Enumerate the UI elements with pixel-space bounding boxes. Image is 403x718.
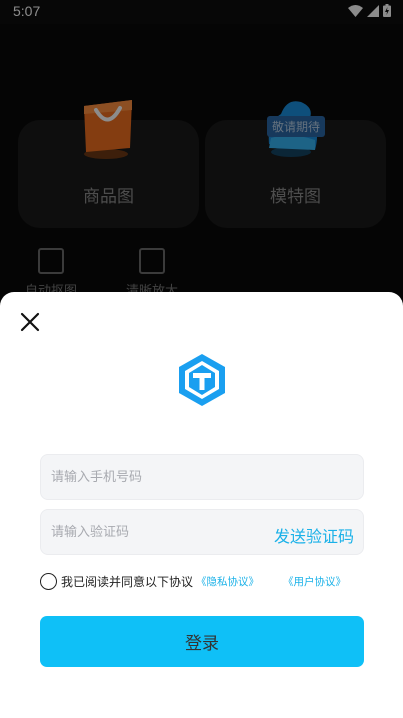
agreement-row: 我已阅读并同意以下协议 《隐私协议》 《用户协议》	[40, 573, 346, 590]
verification-code-input[interactable]	[41, 510, 261, 554]
login-sheet: 发送验证码 我已阅读并同意以下协议 《隐私协议》 《用户协议》 登录	[0, 292, 403, 718]
phone-input[interactable]	[41, 455, 363, 499]
code-field: 发送验证码	[40, 509, 364, 555]
close-icon[interactable]	[18, 310, 42, 334]
user-agreement-link[interactable]: 《用户协议》	[283, 574, 346, 589]
agreement-text: 我已阅读并同意以下协议	[61, 575, 194, 589]
agreement-checkbox[interactable]	[40, 573, 57, 590]
phone-field	[40, 454, 364, 500]
app-logo-icon	[179, 354, 225, 406]
privacy-policy-link[interactable]: 《隐私协议》	[196, 574, 259, 589]
login-button[interactable]: 登录	[40, 616, 364, 667]
send-code-button[interactable]: 发送验证码	[274, 523, 354, 547]
